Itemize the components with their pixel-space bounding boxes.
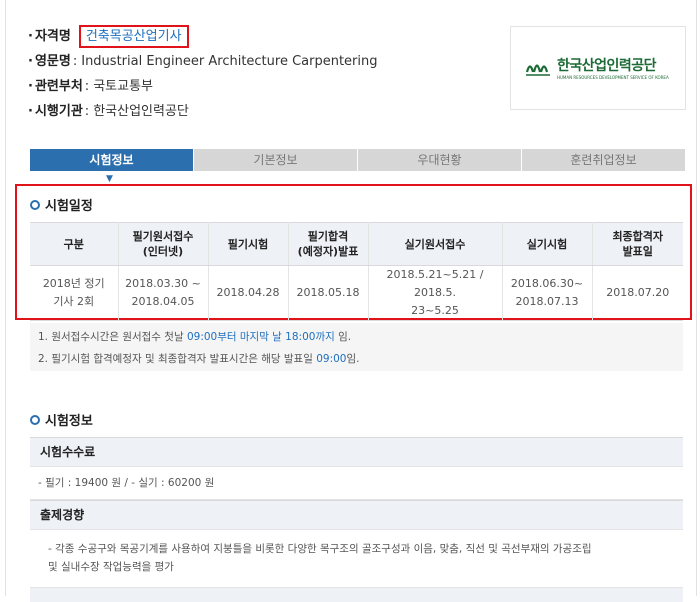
tab-exam-info[interactable]: 시험정보: [30, 149, 194, 171]
logo-subtitle: HUMAN RESOURCES DEVELOPMENT SERVICE OF K…: [557, 75, 669, 80]
note-item: 1. 원서접수시간은 원서접수 첫날 09:00부터 마지막 날 18:00까지…: [30, 328, 683, 350]
note-text: 1. 원서접수시간은 원서접수 첫날: [38, 331, 187, 343]
exam-trend-heading: 출제경향: [30, 500, 683, 530]
note-text: 임.: [346, 353, 360, 365]
table-header-cell: 최종합격자 발표일: [592, 222, 683, 266]
note-text: 임.: [334, 331, 352, 343]
table-cell: 2018.5.21~5.21 / 2018.5. 23~5.25: [368, 265, 503, 321]
ministry-label: 관련부처: [28, 74, 83, 99]
table-cell: 2018.04.28: [208, 265, 289, 321]
table-header-cell: 구분: [30, 222, 119, 266]
table-cell: 2018.03.30 ~ 2018.04.05: [118, 265, 209, 321]
note-highlight: 09:00: [316, 353, 347, 365]
frame-right-border: [696, 0, 697, 596]
exam-fee-text: - 필기 : 19400 원 / - 실기 : 60200 원: [30, 467, 683, 500]
note-text: 2. 필기시험 합격예정자 및 최종합격자 발표시간은 해당 발표일: [38, 353, 317, 365]
note-highlight: 09:00부터 마지막 날 18:00까지: [186, 331, 335, 343]
exam-trend-text: - 각종 수공구와 목공기계를 사용하여 지붕틀을 비롯한 다양한 목구조의 골…: [30, 530, 683, 588]
table-header-row: 구분 필기원서접수 (인터넷) 필기시험 필기합격 (예정자)발표 실기원서접수 실기시험…: [30, 222, 683, 266]
agency-logo: 한국산업인력공단 HUMAN RESOURCES DEVELOPMENT SER…: [510, 26, 686, 110]
note-item: 2. 필기시험 합격예정자 및 최종합격자 발표시간은 해당 발표일 09:00…: [30, 350, 683, 372]
exam-trend-line: - 각종 수공구와 목공기계를 사용하여 지붕틀을 비롯한 다양한 목구조의 골…: [48, 543, 592, 555]
info-row-english: 영문명 : Industrial Engineer Architecture C…: [28, 49, 378, 74]
tab-preference-status[interactable]: 우대현황: [358, 149, 522, 171]
agency-value: 한국산업인력공단: [93, 104, 189, 119]
info-row-ministry: 관련부처 : 국토교통부: [28, 74, 378, 99]
english-name-value: Industrial Engineer Architecture Carpent…: [81, 54, 378, 69]
tab-training-employment[interactable]: 훈련취업정보: [522, 149, 685, 171]
table-header-cell: 필기원서접수 (인터넷): [118, 222, 209, 266]
separator: :: [72, 54, 78, 69]
separator: :: [84, 79, 90, 94]
table-header-cell: 실기원서접수: [368, 222, 503, 266]
table-cell: 2018.07.20: [592, 265, 683, 321]
logo-name: 한국산업인력공단: [557, 58, 657, 74]
schedule-notes: 1. 원서접수시간은 원서접수 첫날 09:00부터 마지막 날 18:00까지…: [30, 323, 683, 371]
table-header-cell: 실기시험: [502, 222, 593, 266]
info-row-qualification: 자격명 건축목공산업기사: [28, 24, 378, 49]
table-cell: 2018.06.30~ 2018.07.13: [502, 265, 593, 321]
exam-info-section-title: 시험정보: [30, 410, 93, 429]
tab-bar: 시험정보 기본정보 우대현황 훈련취업정보: [30, 149, 685, 171]
english-name-label: 영문명: [28, 49, 71, 74]
table-header-cell: 필기합격 (예정자)발표: [288, 222, 369, 266]
qualification-info: 자격명 건축목공산업기사 영문명 : Industrial Engineer A…: [28, 24, 378, 124]
exam-trend-line: 및 실내수장 작업능력을 평가: [48, 561, 174, 573]
hrdk-logo-icon: [525, 64, 550, 76]
schedule-section-title: 시험일정: [30, 195, 93, 214]
tab-basic-info[interactable]: 기본정보: [194, 149, 358, 171]
table-header-cell: 필기시험: [208, 222, 289, 266]
frame-left-border: [5, 0, 6, 596]
exam-schedule-table: 구분 필기원서접수 (인터넷) 필기시험 필기합격 (예정자)발표 실기원서접수 실기시험…: [30, 222, 683, 321]
info-row-agency: 시행기관 : 한국산업인력공단: [28, 99, 378, 124]
table-row: 2018년 정기 기사 2회 2018.03.30 ~ 2018.04.05 201…: [30, 265, 683, 321]
exam-info-title: 시험정보: [45, 414, 93, 429]
circle-bullet-icon: [30, 199, 40, 210]
ministry-value: 국토교통부: [93, 79, 153, 94]
table-next-row-header: [30, 588, 683, 602]
exam-fee-heading: 시험수수료: [30, 437, 683, 467]
exam-info-table: 시험수수료 - 필기 : 19400 원 / - 실기 : 60200 원 출제…: [30, 437, 683, 602]
qualification-name-link[interactable]: 건축목공산업기사: [78, 25, 189, 48]
active-tab-caret-icon: ▼: [106, 174, 113, 184]
table-cell: 2018.05.18: [288, 265, 369, 321]
separator: :: [84, 104, 90, 119]
schedule-title: 시험일정: [45, 199, 93, 214]
qualification-label: 자격명: [28, 24, 71, 49]
circle-bullet-icon: [30, 414, 40, 425]
agency-label: 시행기관: [28, 99, 83, 124]
table-cell: 2018년 정기 기사 2회: [30, 265, 119, 321]
